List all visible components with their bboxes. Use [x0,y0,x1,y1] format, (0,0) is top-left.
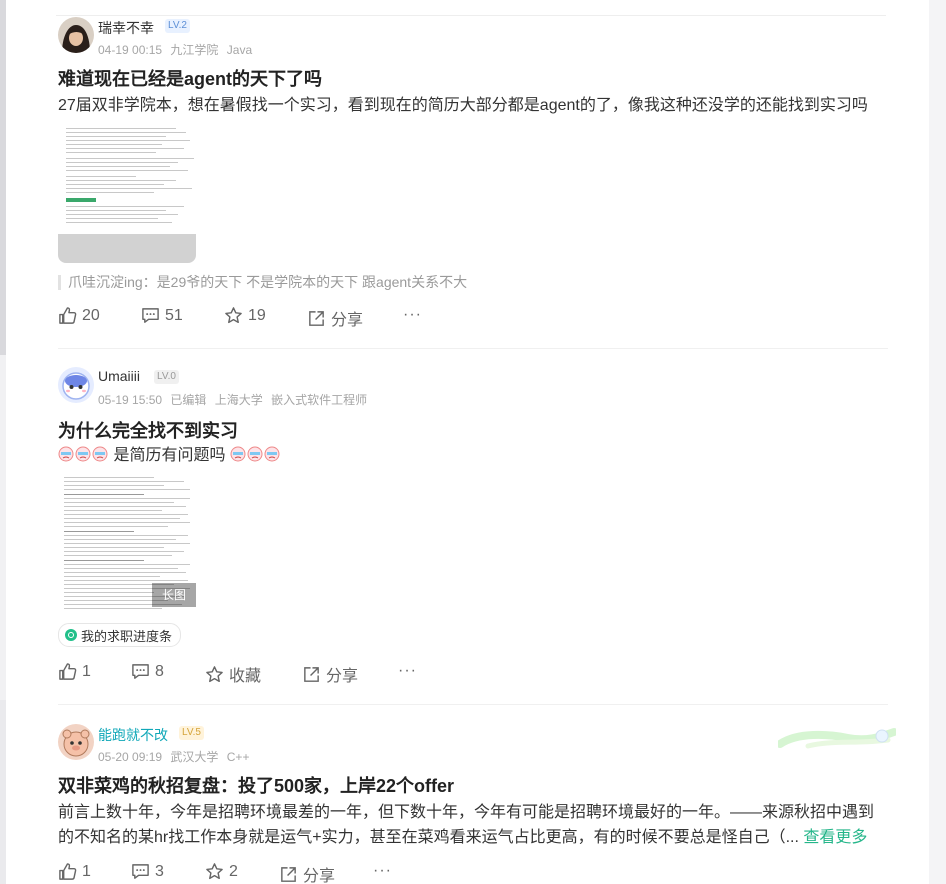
comment-button[interactable]: 51 [141,306,183,325]
post-body-line-2-text: 的不知名的某hr找工作本身就是运气+实力，甚至在菜鸡看来运气占比更高，有的时候不… [58,829,799,846]
level-badge: LV.0 [154,370,179,384]
like-button[interactable]: 1 [58,862,91,881]
crying-emoji-icon [264,446,280,462]
share-label: 分享 [303,868,336,884]
more-icon[interactable]: ··· [398,662,417,680]
crying-emoji-icon [58,446,74,462]
user-job: 嵌入式软件工程师 [271,393,368,407]
level-badge: LV.2 [165,19,190,33]
thumb-up-icon [59,663,77,680]
post-body-line-1[interactable]: 前言上数十年，今年是招聘环境最差的一年，但下数十年，今年有可能是招聘环境最好的一… [58,799,874,826]
username[interactable]: 瑞幸不幸 [98,18,154,38]
share-icon [309,310,324,326]
feed-card: 瑞幸不幸 LV.2 04-19 00:15 九江学院 Java 难道现在已经是a… [6,0,929,884]
post-actions: 1 3 2 分享 ··· [58,862,458,884]
star-icon [206,665,223,682]
favorite-count: 2 [229,862,238,880]
star-icon [206,863,223,880]
user-avatar[interactable] [58,724,94,760]
resume-image-thumbnail[interactable] [58,122,196,263]
comment-icon [142,308,159,323]
post-title[interactable]: 难道现在已经是agent的天下了吗 [58,65,322,91]
like-button[interactable]: 20 [58,306,100,325]
star-icon [225,307,242,324]
post-card[interactable]: Umaiiii LV.0 05-19 15:50 已编辑 上海大学 嵌入式软件工… [58,366,898,705]
long-image-badge: 长图 [152,583,196,607]
post-title[interactable]: 为什么完全找不到实习 [58,417,238,443]
post-meta: 04-19 00:15 九江学院 Java [98,41,257,58]
user-avatar[interactable] [58,17,94,53]
user-school: 九江学院 [170,43,219,57]
hot-comment-preview[interactable]: 爪哇沉淀ing：是29爷的天下 不是学院本的天下 跟agent关系不大 [58,275,467,290]
decorative-banner-icon [778,728,896,749]
post-time: 05-19 15:50 [98,393,163,407]
thumb-up-icon [59,863,77,880]
like-count: 20 [82,306,100,324]
share-button[interactable]: 分享 [302,662,358,686]
share-button[interactable]: 分享 [279,862,335,884]
post-divider [58,348,888,349]
crying-emoji-icon [75,446,91,462]
post-meta: 05-20 09:19 武汉大学 C++ [98,748,254,765]
comment-icon [132,864,149,879]
emoji-group-right [225,446,280,464]
more-icon[interactable]: ··· [373,862,392,880]
post-body[interactable]: 27届双非学院本，想在暑假找一个实习，看到现在的简历大部分都是agent的了，像… [58,92,868,119]
favorite-button[interactable]: 19 [224,306,266,325]
comment-button[interactable]: 3 [131,862,164,881]
post-card[interactable]: 能跑就不改 LV.5 05-20 09:19 武汉大学 C++ 双非菜鸡的秋招复… [58,722,898,884]
username[interactable]: Umaiiii [98,368,140,384]
post-body-text: 是简历有问题吗 [113,447,226,464]
like-button[interactable]: 1 [58,662,91,681]
level-badge: LV.5 [179,726,204,740]
post-body-line-2[interactable]: 的不知名的某hr找工作本身就是运气+实力，甚至在菜鸡看来运气占比更高，有的时候不… [58,824,867,851]
crying-emoji-icon [230,446,246,462]
share-label: 分享 [326,668,359,685]
favorite-count: 19 [248,306,266,324]
topic-tag-label: 我的求职进度条 [81,628,173,644]
more-icon[interactable]: ··· [403,306,422,324]
user-avatar[interactable] [58,367,94,403]
share-button[interactable]: 分享 [307,306,363,330]
crying-emoji-icon [92,446,108,462]
favorite-button[interactable]: 2 [205,862,238,881]
post-meta: 05-19 15:50 已编辑 上海大学 嵌入式软件工程师 [98,391,372,408]
user-job: C++ [226,750,250,764]
like-count: 1 [82,662,91,680]
comment-button[interactable]: 8 [131,662,164,681]
username[interactable]: 能跑就不改 [98,725,168,745]
post-body[interactable]: 是简历有问题吗 [58,442,281,469]
comment-count: 51 [165,306,183,324]
user-job: Java [226,43,253,57]
post-actions: 1 8 收藏 分享 ··· [58,662,458,686]
emoji-group-left [58,446,113,464]
resume-image-thumbnail[interactable]: 长图 [58,473,196,614]
share-icon [281,866,296,882]
post-title[interactable]: 双非菜鸡的秋招复盘：投了500家，上岸22个offer [58,772,454,798]
like-count: 1 [82,862,91,880]
comment-count: 8 [155,662,164,680]
comment-icon [132,664,149,679]
edited-label: 已编辑 [170,393,207,407]
post-actions: 20 51 19 分享 ··· [58,306,458,330]
post-card[interactable]: 瑞幸不幸 LV.2 04-19 00:15 九江学院 Java 难道现在已经是a… [58,16,898,349]
post-time: 05-20 09:19 [98,750,163,764]
thumb-up-icon [59,307,77,324]
user-school: 上海大学 [214,393,263,407]
topic-tag[interactable]: 我的求职进度条 [58,623,182,647]
share-label: 分享 [331,312,364,329]
share-icon [304,666,319,682]
search-circle-icon [65,629,77,641]
comment-count: 3 [155,862,164,880]
post-divider [58,704,888,705]
favorite-button[interactable]: 收藏 [205,662,261,686]
user-school: 武汉大学 [170,750,219,764]
crying-emoji-icon [247,446,263,462]
see-more-link[interactable]: 查看更多 [803,829,867,846]
favorite-label: 收藏 [229,668,262,685]
post-time: 04-19 00:15 [98,43,163,57]
